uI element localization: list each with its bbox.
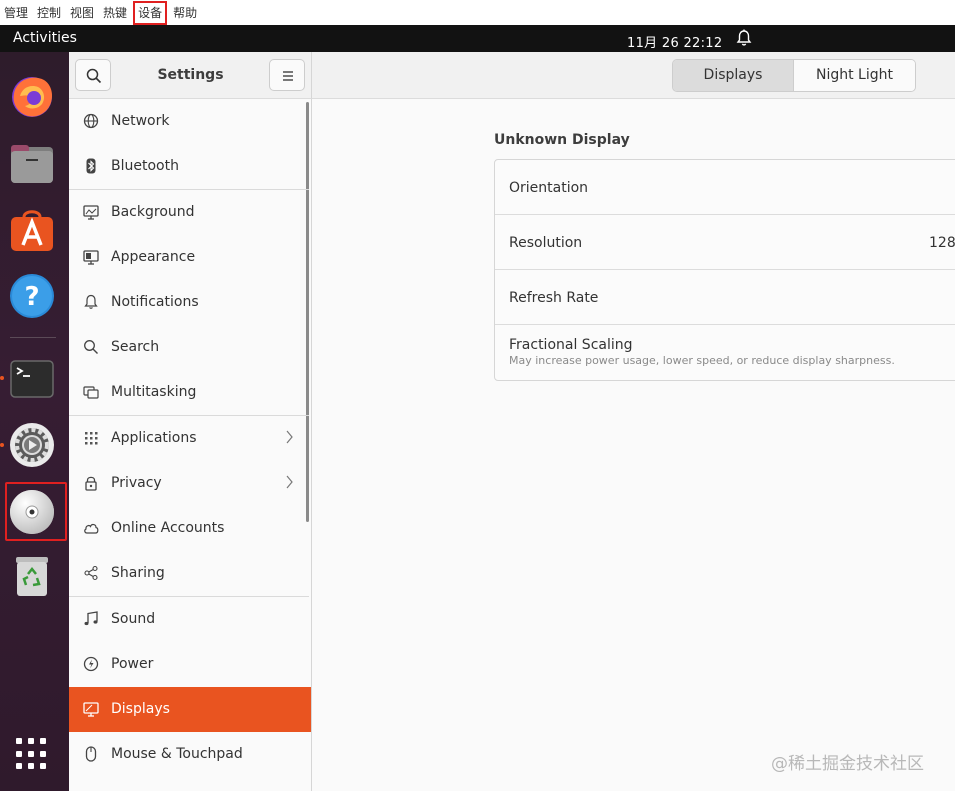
terminal-icon[interactable] <box>8 355 56 403</box>
vm-menu-hotkeys[interactable]: 热键 <box>101 3 134 23</box>
sidebar-item-label: Network <box>111 113 170 129</box>
cloud-icon <box>84 523 99 534</box>
background-icon <box>83 205 99 220</box>
sidebar-item-label: Multitasking <box>111 384 197 400</box>
settings-icon[interactable] <box>8 421 56 469</box>
orientation-row[interactable]: Orientation <box>495 160 955 215</box>
vm-menu-devices[interactable]: 设备 <box>133 0 168 25</box>
view-switcher: Displays Night Light <box>672 59 916 92</box>
sidebar-item-mouse-touchpad[interactable]: Mouse & Touchpad <box>69 732 311 777</box>
row-sublabel: May increase power usage, lower speed, o… <box>509 354 895 367</box>
sidebar-item-sound[interactable]: Sound <box>69 597 311 642</box>
sidebar-item-sharing[interactable]: Sharing <box>69 551 311 596</box>
appearance-icon <box>83 250 99 265</box>
applications-icon <box>85 432 98 445</box>
sidebar-item-online-accounts[interactable]: Online Accounts <box>69 506 311 551</box>
dock: ? <box>0 52 69 791</box>
dock-highlight-box <box>5 482 67 541</box>
tab-night-light[interactable]: Night Light <box>794 60 915 91</box>
svg-text:?: ? <box>24 282 39 312</box>
sidebar-item-search[interactable]: Search <box>69 325 311 370</box>
display-settings-card: Orientation Resolution 1280 Refresh Rate… <box>494 159 955 381</box>
settings-sidebar: Network Bluetooth Background Appearance <box>69 99 312 791</box>
multitasking-icon <box>83 386 99 399</box>
sidebar-item-label: Displays <box>111 701 170 717</box>
vm-menu-view[interactable]: 视图 <box>68 3 101 23</box>
sidebar-item-label: Applications <box>111 430 197 446</box>
row-label: Orientation <box>509 180 589 196</box>
firefox-icon[interactable] <box>8 72 56 120</box>
resolution-row[interactable]: Resolution 1280 <box>495 215 955 270</box>
top-bar: Activities 11月 26 22:12 <box>0 25 955 52</box>
hamburger-icon <box>283 71 293 81</box>
menu-button[interactable] <box>269 59 305 91</box>
sidebar-item-label: Notifications <box>111 294 199 310</box>
search-icon <box>84 340 98 354</box>
vm-menu-control[interactable]: 控制 <box>35 3 68 23</box>
sidebar-header: Settings <box>69 52 312 99</box>
tab-displays[interactable]: Displays <box>673 60 794 91</box>
clock[interactable]: 11月 26 22:12 <box>627 32 722 51</box>
sidebar-item-label: Online Accounts <box>111 520 225 536</box>
displays-panel: Unknown Display Orientation Resolution 1… <box>312 99 955 791</box>
sidebar-item-label: Search <box>111 339 160 355</box>
vm-menu-bar: 管理 控制 视图 热键 设备 帮助 <box>0 0 955 25</box>
network-icon <box>83 113 99 129</box>
refresh-rate-row[interactable]: Refresh Rate <box>495 270 955 325</box>
sidebar-item-privacy[interactable]: Privacy <box>69 461 311 506</box>
display-name: Unknown Display <box>494 132 630 148</box>
sidebar-item-background[interactable]: Background <box>69 190 311 235</box>
privacy-icon <box>85 476 97 491</box>
sidebar-item-notifications[interactable]: Notifications <box>69 280 311 325</box>
sidebar-item-applications[interactable]: Applications <box>69 416 311 461</box>
files-icon[interactable] <box>8 139 56 187</box>
sidebar-item-displays[interactable]: Displays <box>69 687 311 732</box>
row-value: 1280 <box>929 235 955 251</box>
mouse-icon <box>85 746 97 762</box>
displays-icon <box>83 702 99 717</box>
help-icon[interactable]: ? <box>8 272 56 320</box>
row-label: Fractional Scaling <box>509 337 633 353</box>
sidebar-item-label: Privacy <box>111 475 162 491</box>
vm-menu-help[interactable]: 帮助 <box>171 3 204 23</box>
sidebar-item-label: Sharing <box>111 565 165 581</box>
trash-icon[interactable] <box>8 552 56 600</box>
bluetooth-icon <box>86 158 96 174</box>
sidebar-item-power[interactable]: Power <box>69 642 311 687</box>
sidebar-item-label: Sound <box>111 611 156 627</box>
activities-button[interactable]: Activities <box>13 30 77 46</box>
software-store-icon[interactable] <box>8 205 56 253</box>
sidebar-item-label: Bluetooth <box>111 158 179 174</box>
sound-icon <box>84 611 98 626</box>
sidebar-item-network[interactable]: Network <box>69 99 311 144</box>
sidebar-item-label: Appearance <box>111 249 196 265</box>
chevron-right-icon <box>286 475 293 489</box>
row-label: Refresh Rate <box>509 290 599 306</box>
show-apps-icon[interactable] <box>16 738 48 770</box>
vm-menu-manage[interactable]: 管理 <box>2 3 35 23</box>
sidebar-item-bluetooth[interactable]: Bluetooth <box>69 144 311 189</box>
bell-icon[interactable] <box>736 29 752 47</box>
power-icon <box>83 656 99 672</box>
watermark: @稀土掘金技术社区 <box>771 754 924 774</box>
chevron-right-icon <box>286 430 293 444</box>
sidebar-item-label: Background <box>111 204 195 220</box>
fractional-scaling-row[interactable]: Fractional Scaling May increase power us… <box>495 325 955 380</box>
sidebar-item-multitasking[interactable]: Multitasking <box>69 370 311 415</box>
main-header: Displays Night Light <box>312 52 955 99</box>
sidebar-item-appearance[interactable]: Appearance <box>69 235 311 280</box>
sharing-icon <box>84 565 98 581</box>
notifications-icon <box>84 294 98 309</box>
sidebar-item-label: Mouse & Touchpad <box>111 746 243 762</box>
sidebar-item-label: Power <box>111 656 154 672</box>
row-label: Resolution <box>509 235 583 251</box>
